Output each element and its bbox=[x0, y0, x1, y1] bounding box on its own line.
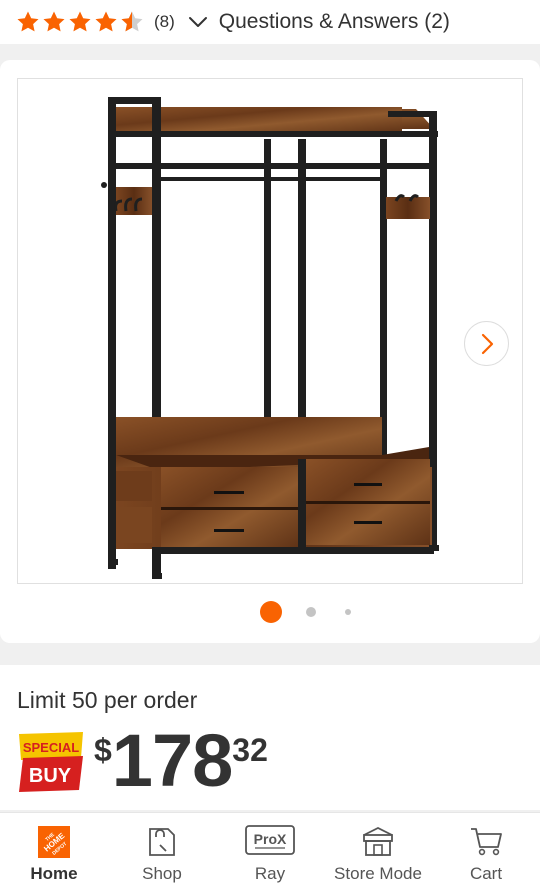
review-count[interactable]: (8) bbox=[154, 12, 175, 32]
badge-bottom-text: BUY bbox=[29, 765, 72, 787]
next-image-button[interactable] bbox=[464, 321, 509, 366]
star-icon bbox=[17, 11, 39, 32]
nav-home-label: Home bbox=[30, 864, 78, 883]
nav-cart-label: Cart bbox=[469, 864, 503, 883]
nav-store-mode-label: Store Mode bbox=[334, 864, 422, 883]
store-icon bbox=[363, 826, 393, 856]
home-depot-logo-icon: THE HOME DEPOT bbox=[38, 826, 70, 858]
carousel-dot-active[interactable] bbox=[260, 601, 282, 623]
cart-icon bbox=[471, 828, 502, 856]
nav-home[interactable]: THE HOME DEPOT Home bbox=[0, 813, 108, 892]
price-whole: 178 bbox=[111, 719, 233, 802]
product-image-card bbox=[0, 60, 540, 643]
bottom-nav: THE HOME DEPOT Home Shop ProX Ray Store bbox=[0, 812, 540, 892]
nav-shop[interactable]: Shop bbox=[108, 813, 216, 892]
price-cents: 32 bbox=[232, 732, 268, 768]
shop-bag-icon bbox=[149, 828, 175, 856]
price-currency: $ bbox=[94, 732, 112, 768]
nav-store-mode[interactable]: Store Mode bbox=[324, 813, 432, 892]
half-star-icon bbox=[121, 11, 143, 32]
product-price: $ 178 32 bbox=[94, 724, 268, 798]
nav-ray[interactable]: ProX Ray bbox=[216, 813, 324, 892]
product-image bbox=[101, 97, 439, 579]
star-rating[interactable] bbox=[16, 10, 144, 34]
nav-ray-label: Ray bbox=[254, 864, 286, 883]
carousel-dots bbox=[0, 600, 540, 624]
rating-row: (8) Questions & Answers (2) bbox=[0, 0, 540, 44]
nav-shop-label: Shop bbox=[142, 864, 182, 883]
nav-cart[interactable]: Cart bbox=[432, 813, 540, 892]
prox-text: ProX bbox=[254, 831, 287, 847]
questions-answers-link[interactable]: Questions & Answers (2) bbox=[219, 10, 450, 34]
star-icon bbox=[95, 11, 117, 32]
special-buy-badge: SPECIAL BUY bbox=[19, 732, 83, 792]
star-icon bbox=[69, 11, 91, 32]
badge-top-text: SPECIAL bbox=[23, 740, 79, 755]
product-image-frame[interactable] bbox=[17, 78, 523, 584]
purchase-limit-text: Limit 50 per order bbox=[17, 687, 198, 713]
chevron-right-icon bbox=[481, 333, 493, 354]
chevron-down-icon[interactable] bbox=[187, 11, 209, 33]
carousel-dot[interactable] bbox=[306, 607, 316, 617]
prox-icon: ProX bbox=[245, 825, 295, 855]
carousel-dot[interactable] bbox=[345, 609, 351, 615]
star-icon bbox=[43, 11, 65, 32]
